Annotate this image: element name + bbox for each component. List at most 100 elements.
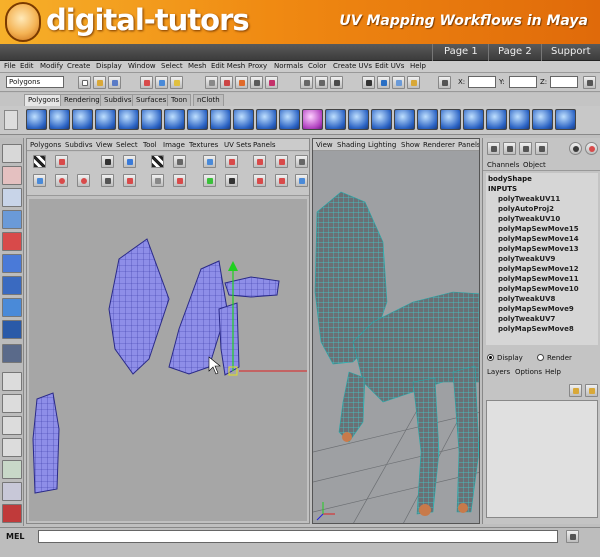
output-ops-icon[interactable] — [315, 76, 328, 89]
arrow-up-icon[interactable] — [275, 174, 288, 187]
vp-menu-lighting[interactable]: Lighting — [368, 141, 396, 149]
poly-cube-icon[interactable] — [49, 109, 70, 130]
uv-layout-icon[interactable] — [295, 155, 308, 168]
rotate-ccw-icon[interactable] — [55, 174, 68, 187]
attribute-editor-toggle-icon[interactable] — [503, 142, 516, 155]
history-node[interactable]: polyTweakUV11 — [498, 195, 560, 203]
arrow-left-icon[interactable] — [253, 155, 266, 168]
outliner-layout-icon[interactable] — [2, 482, 22, 501]
menu-edit-mesh[interactable]: Edit Mesh — [211, 62, 245, 70]
history-node[interactable]: polyTweakUV9 — [498, 255, 555, 263]
history-node[interactable]: polyTweakUV7 — [498, 315, 555, 323]
menu-mesh[interactable]: Mesh — [188, 62, 206, 70]
mel-command-input[interactable] — [38, 530, 558, 543]
select-component-icon[interactable] — [170, 76, 183, 89]
perspective-viewport[interactable]: View Shading Lighting Show Renderer Pane… — [312, 138, 480, 524]
new-layer-selected-icon[interactable] — [585, 384, 598, 397]
poly-torus-icon[interactable] — [141, 109, 162, 130]
append-polygon-icon[interactable] — [417, 109, 438, 130]
menu-create[interactable]: Create — [67, 62, 90, 70]
snap-grid-icon[interactable] — [205, 76, 218, 89]
new-layer-icon[interactable] — [569, 384, 582, 397]
menu-normals[interactable]: Normals — [274, 62, 303, 70]
poly-pipe-icon[interactable] — [210, 109, 231, 130]
uv-canvas[interactable] — [29, 199, 307, 521]
extrude-icon[interactable] — [371, 109, 392, 130]
side-by-side-layout-icon[interactable] — [2, 416, 22, 435]
tab-rendering[interactable]: Rendering — [60, 94, 104, 106]
arrow-down-icon[interactable] — [253, 174, 266, 187]
select-tool-icon[interactable] — [2, 144, 22, 163]
history-node[interactable]: polyTweakUV10 — [498, 215, 560, 223]
insert-edge-loop-icon[interactable] — [463, 109, 484, 130]
layer-list[interactable] — [486, 400, 598, 518]
history-node[interactable]: polyMapSewMove13 — [498, 245, 579, 253]
save-scene-icon[interactable] — [108, 76, 121, 89]
tool-settings-toggle-icon[interactable] — [519, 142, 532, 155]
script-editor-icon[interactable] — [566, 530, 579, 543]
poly-prism-icon[interactable] — [164, 109, 185, 130]
channel-box-toggle-icon[interactable] — [487, 142, 500, 155]
boolean-icon[interactable] — [348, 109, 369, 130]
tab-subdivs[interactable]: Subdivs — [100, 94, 136, 106]
menu-edit-uvs[interactable]: Edit UVs — [375, 62, 404, 70]
rotate-cw-icon[interactable] — [77, 174, 90, 187]
separate-icon[interactable] — [256, 109, 277, 130]
move-sew-icon[interactable] — [101, 174, 114, 187]
render-view-icon[interactable] — [362, 76, 375, 89]
uv-shell-neck[interactable] — [218, 302, 240, 376]
tab-ncloth[interactable]: nCloth — [193, 94, 224, 106]
poly-cylinder-icon[interactable] — [72, 109, 93, 130]
poly-pyramid-icon[interactable] — [187, 109, 208, 130]
move-manipulator-arrow-icon[interactable] — [228, 261, 238, 271]
history-node[interactable]: polyMapSewMove8 — [498, 325, 574, 333]
combine-icon[interactable] — [233, 109, 254, 130]
uv-snapshot-icon[interactable] — [295, 174, 308, 187]
nav-page-1[interactable]: Page 1 — [444, 46, 478, 57]
dim-image-icon[interactable] — [173, 155, 186, 168]
poly-cone-icon[interactable] — [95, 109, 116, 130]
nav-support[interactable]: Support — [551, 46, 591, 57]
poly-plane-icon[interactable] — [118, 109, 139, 130]
history-node[interactable]: polyMapSewMove14 — [498, 235, 579, 243]
persp-graph-layout-icon[interactable] — [2, 438, 22, 457]
flip-v-icon[interactable] — [33, 174, 46, 187]
bevel-icon[interactable] — [509, 109, 530, 130]
merge-icon[interactable] — [532, 109, 553, 130]
render-settings-icon[interactable] — [407, 76, 420, 89]
planar-mapping-icon[interactable] — [555, 109, 576, 130]
uv-menu-textures[interactable]: Textures — [189, 141, 218, 149]
history-node[interactable]: polyMapSewMove11 — [498, 275, 579, 283]
uv-menu-subdivs[interactable]: Subdivs — [65, 141, 93, 149]
menu-create-uvs[interactable]: Create UVs — [333, 62, 372, 70]
cb-menu-object[interactable]: Object — [523, 161, 546, 169]
transform-mode-icon[interactable] — [438, 76, 451, 89]
scale-tool-icon[interactable] — [2, 254, 22, 273]
shape-node-name[interactable]: bodyShape — [488, 175, 532, 183]
select-hierarchy-icon[interactable] — [140, 76, 153, 89]
new-scene-icon[interactable] — [78, 76, 91, 89]
layer-menu-layers[interactable]: Layers — [487, 368, 510, 376]
menu-file[interactable]: File — [4, 62, 16, 70]
vp-menu-view[interactable]: View — [316, 141, 333, 149]
menu-display[interactable]: Display — [96, 62, 122, 70]
uv-menu-select[interactable]: Select — [116, 141, 138, 149]
menu-window[interactable]: Window — [128, 62, 156, 70]
soft-mod-icon[interactable] — [2, 298, 22, 317]
snap-curve-icon[interactable] — [220, 76, 233, 89]
grid-icon[interactable] — [151, 174, 164, 187]
single-pane-layout-icon[interactable] — [2, 372, 22, 391]
snap-point-icon[interactable] — [235, 76, 248, 89]
menu-set-selector[interactable]: Polygons — [6, 76, 64, 88]
ipr-render-icon[interactable] — [392, 76, 405, 89]
input-ops-icon[interactable] — [300, 76, 313, 89]
uv-shell-left-leg[interactable] — [32, 392, 60, 494]
checker-icon[interactable] — [33, 155, 46, 168]
vp-menu-renderer[interactable]: Renderer — [423, 141, 455, 149]
render-ball-icon[interactable] — [585, 142, 598, 155]
uv-shell-body-left[interactable] — [108, 238, 170, 375]
snap-plane-icon[interactable] — [250, 76, 263, 89]
tab-polygons[interactable]: Polygons — [24, 94, 64, 106]
uv-menu-uv-sets[interactable]: UV Sets — [224, 141, 251, 149]
last-tool-icon[interactable] — [2, 344, 22, 363]
